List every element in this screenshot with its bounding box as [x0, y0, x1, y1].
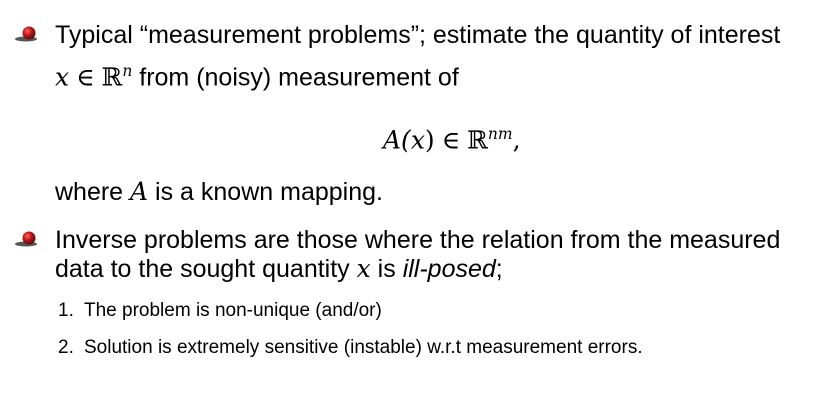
bullet-2-line-1: Inverse problems are those where the rel…: [55, 226, 781, 254]
bullet-1-line-1: Typical “measurement problems”; estimate…: [55, 21, 781, 49]
numbered-item-1: 1. The problem is non-unique (and/or): [58, 300, 382, 321]
bullet-2-line-2: data to the sought quantity x is ill-pos…: [55, 254, 503, 283]
bullet-icon: [15, 26, 37, 42]
math-var-x: x: [55, 62, 70, 92]
bullet-icon: [15, 231, 37, 247]
bullet-1-line-2: x ∈ ℝn from (noisy) measurement of: [55, 62, 459, 92]
bullet-1-line-3: where A is a known mapping.: [55, 177, 383, 206]
numbered-item-2: 2. Solution is extremely sensitive (insta…: [58, 337, 643, 358]
display-equation: A(x) ∈ ℝnm,: [383, 125, 521, 155]
